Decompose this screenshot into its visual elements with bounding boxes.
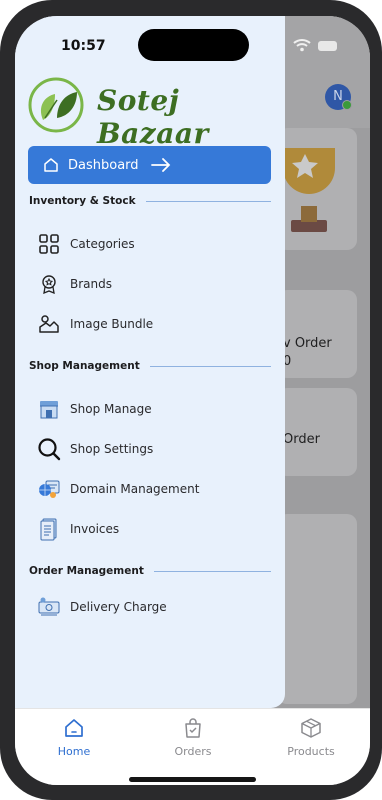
dynamic-island: [138, 29, 249, 61]
store-icon: [37, 397, 61, 421]
invoice-icon: [37, 517, 61, 541]
navigation-drawer: 10:57 Sotej Bazaar Dashboard Inventory &…: [15, 16, 285, 708]
tab-products[interactable]: Products: [266, 717, 356, 758]
menu-item-invoices[interactable]: Invoices: [37, 517, 119, 541]
screen: N v Order 0 Order 10:57 Sotej Bazaar Das…: [15, 16, 370, 785]
menu-item-image-bundle[interactable]: Image Bundle: [37, 312, 153, 336]
background-card-bottom: [277, 514, 357, 704]
image-icon: [37, 312, 61, 336]
menu-item-delivery-charge[interactable]: Delivery Charge: [37, 595, 167, 619]
status-time: 10:57: [61, 38, 106, 54]
section-shop-management: Shop Management: [29, 360, 271, 372]
home-indicator: [129, 777, 256, 782]
search-icon: [37, 437, 61, 461]
phone-frame: N v Order 0 Order 10:57 Sotej Bazaar Das…: [0, 0, 382, 800]
section-title: Order Management: [29, 565, 144, 577]
home-icon: [44, 158, 58, 172]
menu-item-label: Domain Management: [70, 482, 200, 496]
battery-icon: [318, 41, 337, 51]
dashboard-button[interactable]: Dashboard: [28, 146, 271, 184]
menu-item-label: Categories: [70, 237, 135, 251]
section-inventory-stock: Inventory & Stock: [29, 195, 271, 207]
menu-item-domain-management[interactable]: Domain Management: [37, 477, 199, 501]
section-divider: [145, 200, 271, 202]
background-card-text: v Order: [283, 336, 332, 351]
money-icon: [37, 595, 61, 619]
background-card-new-order: v Order 0: [277, 290, 357, 378]
brand-name: Sotej Bazaar: [97, 84, 209, 150]
avatar[interactable]: N: [325, 84, 352, 110]
tab-home[interactable]: Home: [29, 717, 119, 758]
menu-item-label: Image Bundle: [70, 317, 154, 331]
box-icon: [301, 718, 321, 738]
background-card-trophy: [277, 128, 357, 250]
menu-item-categories[interactable]: Categories: [37, 232, 135, 256]
tab-orders[interactable]: Orders: [148, 717, 238, 758]
background-card-order: Order: [277, 388, 357, 476]
online-status-dot: [342, 100, 352, 110]
home-icon: [65, 719, 83, 737]
section-order-management: Order Management: [29, 565, 271, 577]
section-title: Inventory & Stock: [29, 195, 136, 207]
bottom-tab-bar: Home Orders Products: [15, 708, 370, 785]
trophy-icon: [283, 148, 335, 232]
grid-icon: [37, 232, 61, 256]
dashboard-label: Dashboard: [68, 157, 139, 173]
tab-label: Orders: [174, 745, 212, 758]
section-divider: [149, 365, 271, 367]
menu-item-label: Delivery Charge: [70, 600, 167, 614]
badge-icon: [37, 272, 61, 296]
shopping-bag-icon: [185, 718, 201, 738]
brand-logo: [28, 77, 84, 133]
menu-item-label: Shop Manage: [70, 402, 152, 416]
menu-item-brands[interactable]: Brands: [37, 272, 112, 296]
background-card-text-2: Order: [283, 432, 320, 447]
tab-label: Products: [287, 745, 335, 758]
tab-label: Home: [57, 745, 91, 758]
menu-item-label: Shop Settings: [70, 442, 154, 456]
menu-item-label: Brands: [70, 277, 112, 291]
domain-icon: [37, 477, 61, 501]
menu-item-shop-manage[interactable]: Shop Manage: [37, 397, 152, 421]
avatar-initial: N: [333, 89, 343, 104]
section-title: Shop Management: [29, 360, 140, 372]
menu-item-shop-settings[interactable]: Shop Settings: [37, 437, 153, 461]
arrow-right-icon: [150, 158, 170, 172]
section-divider: [153, 570, 271, 572]
menu-item-label: Invoices: [70, 522, 120, 536]
wifi-icon: [293, 39, 311, 52]
